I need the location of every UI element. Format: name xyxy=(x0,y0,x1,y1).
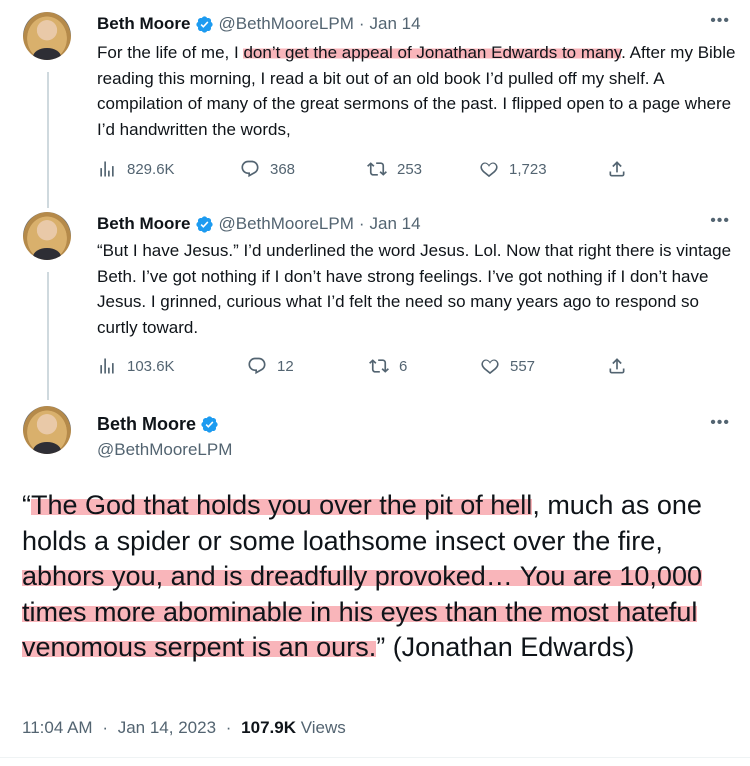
tweet-full-date[interactable]: Jan 14, 2023 xyxy=(118,718,216,737)
retweet-count: 6 xyxy=(399,357,408,375)
views-button[interactable]: 103.6K xyxy=(97,356,175,376)
analytics-icon xyxy=(100,161,114,177)
author-name-row: Beth Moore xyxy=(97,414,224,435)
retweet-button[interactable]: 253 xyxy=(367,159,422,179)
like-button[interactable]: 557 xyxy=(480,356,535,376)
like-button[interactable]: 1,723 xyxy=(479,159,547,179)
tweet-header: Beth Moore @BethMooreLPM · Jan 14 xyxy=(97,14,421,34)
separator-dot: · xyxy=(358,214,365,233)
main-tweet[interactable]: Beth Moore @BethMooreLPM ••• “The God th… xyxy=(0,392,750,766)
heart-icon xyxy=(480,162,498,178)
views-count: 103.6K xyxy=(127,357,175,375)
tweet-text: For the life of me, I don’t get the appe… xyxy=(97,40,737,142)
more-options-icon[interactable]: ••• xyxy=(710,212,730,230)
avatar[interactable] xyxy=(23,406,71,454)
share-icon xyxy=(609,161,625,177)
highlighted-text: don’t get the appeal of Jonathan Edwards… xyxy=(243,43,622,62)
tweet-actions: 829.6K 368 253 1,723 xyxy=(97,158,657,180)
text-segment: ” (Jonathan Edwards) xyxy=(376,632,635,662)
retweet-button[interactable]: 6 xyxy=(369,356,407,376)
verified-badge-icon xyxy=(195,15,213,33)
separator-dot: · xyxy=(358,14,365,33)
reply-icon xyxy=(241,160,259,178)
avatar[interactable] xyxy=(23,212,71,260)
views-count: 829.6K xyxy=(127,160,175,178)
views-total[interactable]: 107.9K xyxy=(241,718,296,737)
tweet-header: Beth Moore @BethMooreLPM · Jan 14 xyxy=(97,214,421,234)
tweet-date[interactable]: Jan 14 xyxy=(370,214,421,234)
more-options-icon[interactable]: ••• xyxy=(710,12,730,30)
highlighted-text: The God that holds you over the pit of h… xyxy=(31,490,533,520)
tweet-time[interactable]: 11:04 AM xyxy=(22,718,93,737)
reply-count: 368 xyxy=(270,160,296,178)
like-count: 557 xyxy=(510,357,536,375)
views-button[interactable]: 829.6K xyxy=(97,159,175,179)
retweet-icon xyxy=(369,359,389,373)
tweet-text: “The God that holds you over the pit of … xyxy=(22,488,732,666)
share-button[interactable] xyxy=(607,159,627,179)
verified-badge-icon xyxy=(201,416,218,433)
text-segment: “ xyxy=(22,490,31,520)
tweet[interactable]: Beth Moore @BethMooreLPM · Jan 14 ••• “B… xyxy=(0,200,750,392)
divider xyxy=(0,757,750,758)
verified-badge-icon xyxy=(195,215,213,233)
retweet-icon xyxy=(367,162,387,176)
tweet-meta: 11:04 AM · Jan 14, 2023 · 107.9K Views xyxy=(22,718,346,738)
separator-dot: · xyxy=(225,718,232,737)
like-count: 1,723 xyxy=(509,160,547,178)
author-handle[interactable]: @BethMooreLPM xyxy=(219,14,354,34)
reply-count: 12 xyxy=(277,357,294,375)
author-handle[interactable]: @BethMooreLPM xyxy=(97,440,232,460)
retweet-count: 253 xyxy=(397,160,423,178)
tweet-actions: 103.6K 12 6 557 xyxy=(97,355,657,377)
author-name[interactable]: Beth Moore xyxy=(97,414,196,435)
text-segment: “But I have Jesus.” I’d underlined the w… xyxy=(97,241,732,337)
tweet[interactable]: Beth Moore @BethMooreLPM · Jan 14 ••• Fo… xyxy=(0,0,750,200)
heart-icon xyxy=(481,359,499,375)
author-name[interactable]: Beth Moore xyxy=(97,214,191,234)
text-segment: For the life of me, I xyxy=(97,43,244,62)
reply-button[interactable]: 368 xyxy=(240,159,295,179)
reply-icon xyxy=(248,357,266,375)
analytics-icon xyxy=(100,358,114,374)
share-icon xyxy=(609,358,625,374)
avatar[interactable] xyxy=(23,12,71,60)
tweet-date[interactable]: Jan 14 xyxy=(370,14,421,34)
tweet-text: “But I have Jesus.” I’d underlined the w… xyxy=(97,238,737,340)
author-handle[interactable]: @BethMooreLPM xyxy=(219,214,354,234)
share-button[interactable] xyxy=(607,356,627,376)
reply-button[interactable]: 12 xyxy=(247,356,294,376)
views-label: Views xyxy=(300,718,346,737)
author-name[interactable]: Beth Moore xyxy=(97,14,191,34)
separator-dot: · xyxy=(102,718,108,737)
more-options-icon[interactable]: ••• xyxy=(710,414,730,432)
